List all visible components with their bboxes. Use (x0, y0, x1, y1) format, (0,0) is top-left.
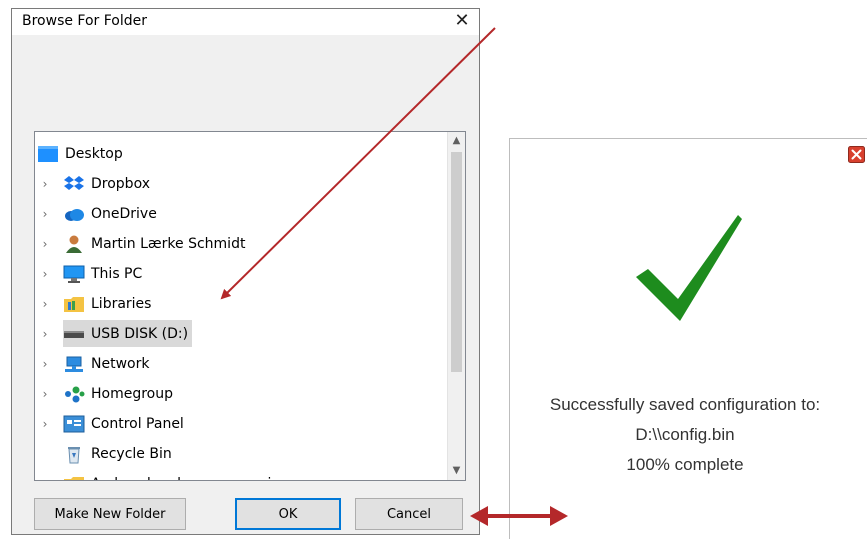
folder-icon (63, 474, 85, 480)
tree-item[interactable]: › USB DISK (D:) (43, 320, 193, 347)
tree-item-label: Control Panel (91, 415, 184, 432)
libraries-icon (63, 294, 85, 314)
ok-button[interactable]: OK (235, 498, 341, 530)
expand-chevron-icon[interactable]: › (39, 357, 51, 371)
onedrive-icon (63, 204, 85, 224)
tree-item-label: USB DISK (D:) (91, 325, 189, 342)
tree-item[interactable]: › Control Panel (43, 410, 184, 437)
screenshot-stage: Browse For Folder ✕ Desktop › Dropbox › OneD… (0, 0, 867, 539)
make-new-folder-button[interactable]: Make New Folder (34, 498, 186, 530)
recycle-bin-icon (63, 444, 85, 464)
tree-item-label: Recycle Bin (91, 445, 172, 462)
browse-for-folder-dialog: Browse For Folder ✕ Desktop › Dropbox › OneD… (11, 8, 480, 535)
success-panel (509, 138, 867, 539)
progress-status: 100% complete (626, 455, 744, 474)
saved-file-path: D:\\config.bin (635, 425, 735, 444)
expand-chevron-icon[interactable]: › (39, 267, 51, 281)
expand-chevron-icon[interactable]: › (39, 207, 51, 221)
network-icon (63, 354, 85, 374)
tree-scrollbar[interactable]: ▲ ▼ (447, 132, 465, 480)
expand-chevron-icon[interactable]: › (39, 297, 51, 311)
tree-item[interactable]: › This PC (43, 260, 143, 287)
expand-chevron-icon[interactable]: › (39, 387, 51, 401)
desktop-icon (37, 144, 59, 164)
tree-item[interactable]: › Libraries (43, 290, 152, 317)
tree-item[interactable]: › Dropbox (43, 170, 150, 197)
homegroup-icon (63, 384, 85, 404)
tree-item-label: Libraries (91, 295, 152, 312)
tree-item[interactable]: ›Amber dongle programming (43, 470, 289, 481)
expand-chevron-icon[interactable]: › (39, 327, 51, 341)
tree-item-label: OneDrive (91, 205, 157, 222)
success-message: Successfully saved configuration to: (549, 395, 821, 414)
scroll-down-arrow-icon[interactable]: ▼ (448, 462, 465, 480)
tree-item[interactable]: › OneDrive (43, 200, 157, 227)
tree-item[interactable]: › Martin Lærke Schmidt (43, 230, 246, 257)
close-icon[interactable] (848, 146, 865, 163)
expand-chevron-icon[interactable]: › (39, 177, 51, 191)
scroll-up-arrow-icon[interactable]: ▲ (448, 132, 465, 150)
user-icon (63, 234, 85, 254)
tree-item-label: Amber dongle programming (91, 476, 289, 481)
usb-drive-icon (63, 324, 85, 344)
expand-chevron-icon[interactable]: › (39, 417, 51, 431)
tree-item-label: Homegroup (91, 385, 174, 402)
this-pc-icon (63, 264, 85, 284)
cancel-button[interactable]: Cancel (355, 498, 463, 530)
tree-item-label: Desktop (65, 145, 123, 162)
tree-item-label: Dropbox (91, 175, 150, 192)
tree-item-label: This PC (91, 265, 143, 282)
tree-item[interactable]: Recycle Bin (63, 440, 172, 467)
tree-item[interactable]: › Network (43, 350, 150, 377)
expand-chevron-icon[interactable]: › (39, 237, 51, 251)
control-panel-icon (63, 414, 85, 434)
tree-item-label: Martin Lærke Schmidt (91, 235, 246, 252)
scrollbar-thumb[interactable] (451, 152, 462, 372)
expand-chevron-icon[interactable]: › (39, 477, 51, 481)
tree-item[interactable]: › Homegroup (43, 380, 174, 407)
dialog-title: Browse For Folder (22, 13, 148, 29)
tree-item[interactable]: Desktop (37, 140, 123, 167)
checkmark-icon (636, 215, 742, 321)
close-icon[interactable]: ✕ (451, 9, 473, 33)
folder-tree: Desktop › Dropbox › OneDrive › Martin Lærke Sc… (34, 131, 466, 481)
dropbox-icon (63, 174, 85, 194)
tree-item-label: Network (91, 355, 150, 372)
dialog-titlebar: Browse For Folder ✕ (12, 9, 479, 35)
